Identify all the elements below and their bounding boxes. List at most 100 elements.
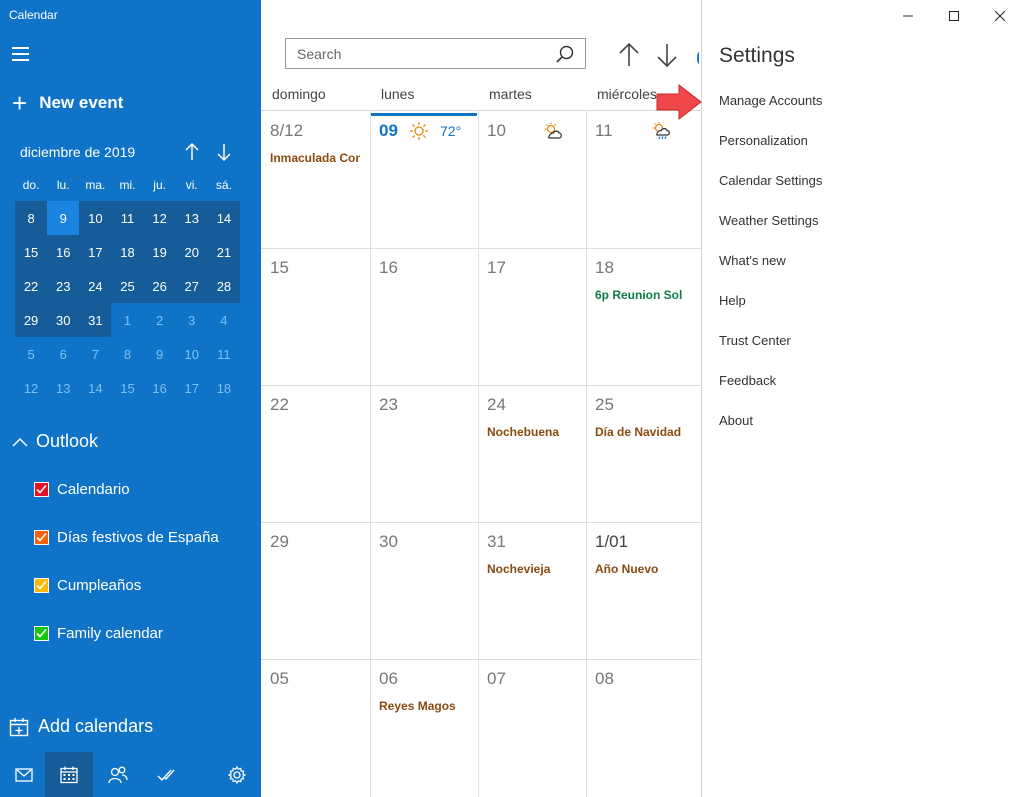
- mini-calendar-day[interactable]: 4: [208, 303, 240, 337]
- calendar-event[interactable]: Inmaculada Concepción: [270, 151, 360, 165]
- settings-item[interactable]: Calendar Settings: [719, 173, 822, 188]
- mini-calendar-weekday: mi.: [119, 177, 136, 192]
- mini-calendar-day[interactable]: 10: [79, 201, 112, 235]
- mini-calendar-day[interactable]: 3: [176, 303, 208, 337]
- add-calendars-button[interactable]: Add calendars: [9, 716, 153, 737]
- mini-calendar-day[interactable]: 15: [15, 235, 48, 269]
- calendar-event[interactable]: Día de Navidad: [595, 425, 685, 439]
- mini-calendar-day[interactable]: 7: [79, 337, 111, 371]
- mini-calendar-day[interactable]: 2: [144, 303, 176, 337]
- mini-calendar-day[interactable]: 8: [15, 201, 48, 235]
- calendar-toggle-item[interactable]: Family calendar: [34, 625, 163, 642]
- new-event-button[interactable]: + New event: [12, 90, 123, 116]
- checkmark-icon: [36, 628, 47, 638]
- mini-calendar-previous-arrow-icon[interactable]: [184, 142, 200, 162]
- previous-month-arrow-icon[interactable]: [618, 42, 640, 68]
- calendar-toggle-item[interactable]: Días festivos de España: [34, 529, 219, 546]
- settings-item[interactable]: Weather Settings: [719, 213, 818, 228]
- sunny-weather-icon: [410, 122, 428, 140]
- mini-calendar-day[interactable]: 14: [79, 371, 111, 405]
- mini-calendar-day[interactable]: 31: [79, 303, 112, 337]
- partly-cloudy-weather-icon: [545, 122, 562, 139]
- calendar-checkbox[interactable]: [34, 482, 49, 497]
- mini-calendar-day[interactable]: 30: [47, 303, 80, 337]
- todo-button[interactable]: [142, 752, 190, 797]
- mini-calendar-next-arrow-icon[interactable]: [216, 142, 232, 162]
- day-number: 05: [270, 669, 289, 688]
- mini-calendar-day[interactable]: 29: [15, 303, 48, 337]
- mini-calendar-day[interactable]: 9: [144, 337, 176, 371]
- mini-calendar-day[interactable]: 22: [15, 269, 48, 303]
- weekday-label: martes: [489, 86, 532, 102]
- search-input[interactable]: [286, 39, 536, 68]
- mail-button[interactable]: [0, 752, 48, 797]
- mini-calendar-day[interactable]: 27: [175, 269, 208, 303]
- calendar-event[interactable]: 6p Reunion Sol: [595, 288, 685, 302]
- mini-calendar-day[interactable]: 20: [175, 235, 208, 269]
- mini-calendar-weekday-row: do. lu. ma. mi. ju. vi. sá.: [15, 168, 240, 201]
- mini-calendar-day[interactable]: 19: [143, 235, 176, 269]
- mini-calendar-day[interactable]: 5: [15, 337, 47, 371]
- add-calendar-icon: [9, 717, 29, 736]
- mini-calendar-day[interactable]: 17: [79, 235, 112, 269]
- maximize-button[interactable]: [931, 0, 977, 32]
- calendar-event[interactable]: Nochebuena: [487, 425, 577, 439]
- close-button[interactable]: [977, 0, 1015, 32]
- settings-item[interactable]: What's new: [719, 253, 786, 268]
- account-name: Outlook: [36, 431, 99, 451]
- day-number: 06: [379, 669, 398, 688]
- mini-calendar-day[interactable]: 9: [47, 201, 80, 235]
- hamburger-menu-icon[interactable]: [12, 47, 29, 61]
- calendar-button[interactable]: [45, 752, 93, 797]
- calendar-event[interactable]: Año Nuevo: [595, 562, 685, 576]
- next-month-arrow-icon[interactable]: [656, 42, 678, 68]
- settings-item[interactable]: Trust Center: [719, 333, 791, 348]
- settings-item[interactable]: Manage Accounts: [719, 93, 822, 108]
- search-icon[interactable]: [556, 45, 574, 63]
- day-number: 11: [595, 121, 613, 140]
- add-calendars-label: Add calendars: [38, 716, 154, 736]
- mini-calendar-day[interactable]: 12: [15, 371, 47, 405]
- minimize-button[interactable]: [885, 0, 931, 32]
- mini-calendar-day[interactable]: 17: [176, 371, 208, 405]
- mini-calendar-day[interactable]: 26: [143, 269, 176, 303]
- mini-calendar-day[interactable]: 1: [111, 303, 143, 337]
- settings-item[interactable]: Help: [719, 293, 746, 308]
- calendar-checkbox[interactable]: [34, 578, 49, 593]
- settings-item[interactable]: About: [719, 413, 753, 428]
- mini-calendar-month-label[interactable]: diciembre de 2019: [20, 144, 135, 160]
- mini-calendar-day[interactable]: 24: [79, 269, 112, 303]
- day-number: 18: [595, 258, 614, 277]
- mini-calendar-day[interactable]: 11: [111, 201, 144, 235]
- mini-calendar-day[interactable]: 15: [111, 371, 143, 405]
- mini-calendar-day[interactable]: 25: [111, 269, 144, 303]
- mini-calendar-day[interactable]: 13: [47, 371, 79, 405]
- settings-item[interactable]: Personalization: [719, 133, 808, 148]
- mini-calendar-day[interactable]: 8: [111, 337, 143, 371]
- calendar-event[interactable]: Reyes Magos: [379, 699, 469, 713]
- mini-calendar-day[interactable]: 11: [208, 337, 240, 371]
- calendar-checkbox[interactable]: [34, 530, 49, 545]
- mini-calendar-day[interactable]: 23: [47, 269, 80, 303]
- mini-calendar-day[interactable]: 13: [175, 201, 208, 235]
- settings-item[interactable]: Feedback: [719, 373, 776, 388]
- mini-calendar-day[interactable]: 6: [47, 337, 79, 371]
- settings-title: Settings: [719, 44, 795, 67]
- calendar-toggle-item[interactable]: Cumpleaños: [34, 577, 141, 594]
- calendar-toggle-item[interactable]: Calendario: [34, 481, 130, 498]
- mini-calendar-day[interactable]: 10: [176, 337, 208, 371]
- mini-calendar-day[interactable]: 16: [144, 371, 176, 405]
- settings-button[interactable]: [213, 752, 261, 797]
- mini-calendar-day[interactable]: 14: [207, 201, 240, 235]
- account-header-outlook[interactable]: Outlook: [12, 431, 98, 452]
- mini-calendar-day[interactable]: 18: [111, 235, 144, 269]
- calendar-event[interactable]: Nochevieja: [487, 562, 577, 576]
- mini-calendar-day[interactable]: 28: [207, 269, 240, 303]
- mini-calendar-week-row: 8 9 10 11 12 13 14: [15, 201, 240, 235]
- people-button[interactable]: [94, 752, 142, 797]
- mini-calendar-day[interactable]: 12: [143, 201, 176, 235]
- mini-calendar-day[interactable]: 18: [208, 371, 240, 405]
- calendar-checkbox[interactable]: [34, 626, 49, 641]
- mini-calendar-day[interactable]: 16: [47, 235, 80, 269]
- mini-calendar-day[interactable]: 21: [207, 235, 240, 269]
